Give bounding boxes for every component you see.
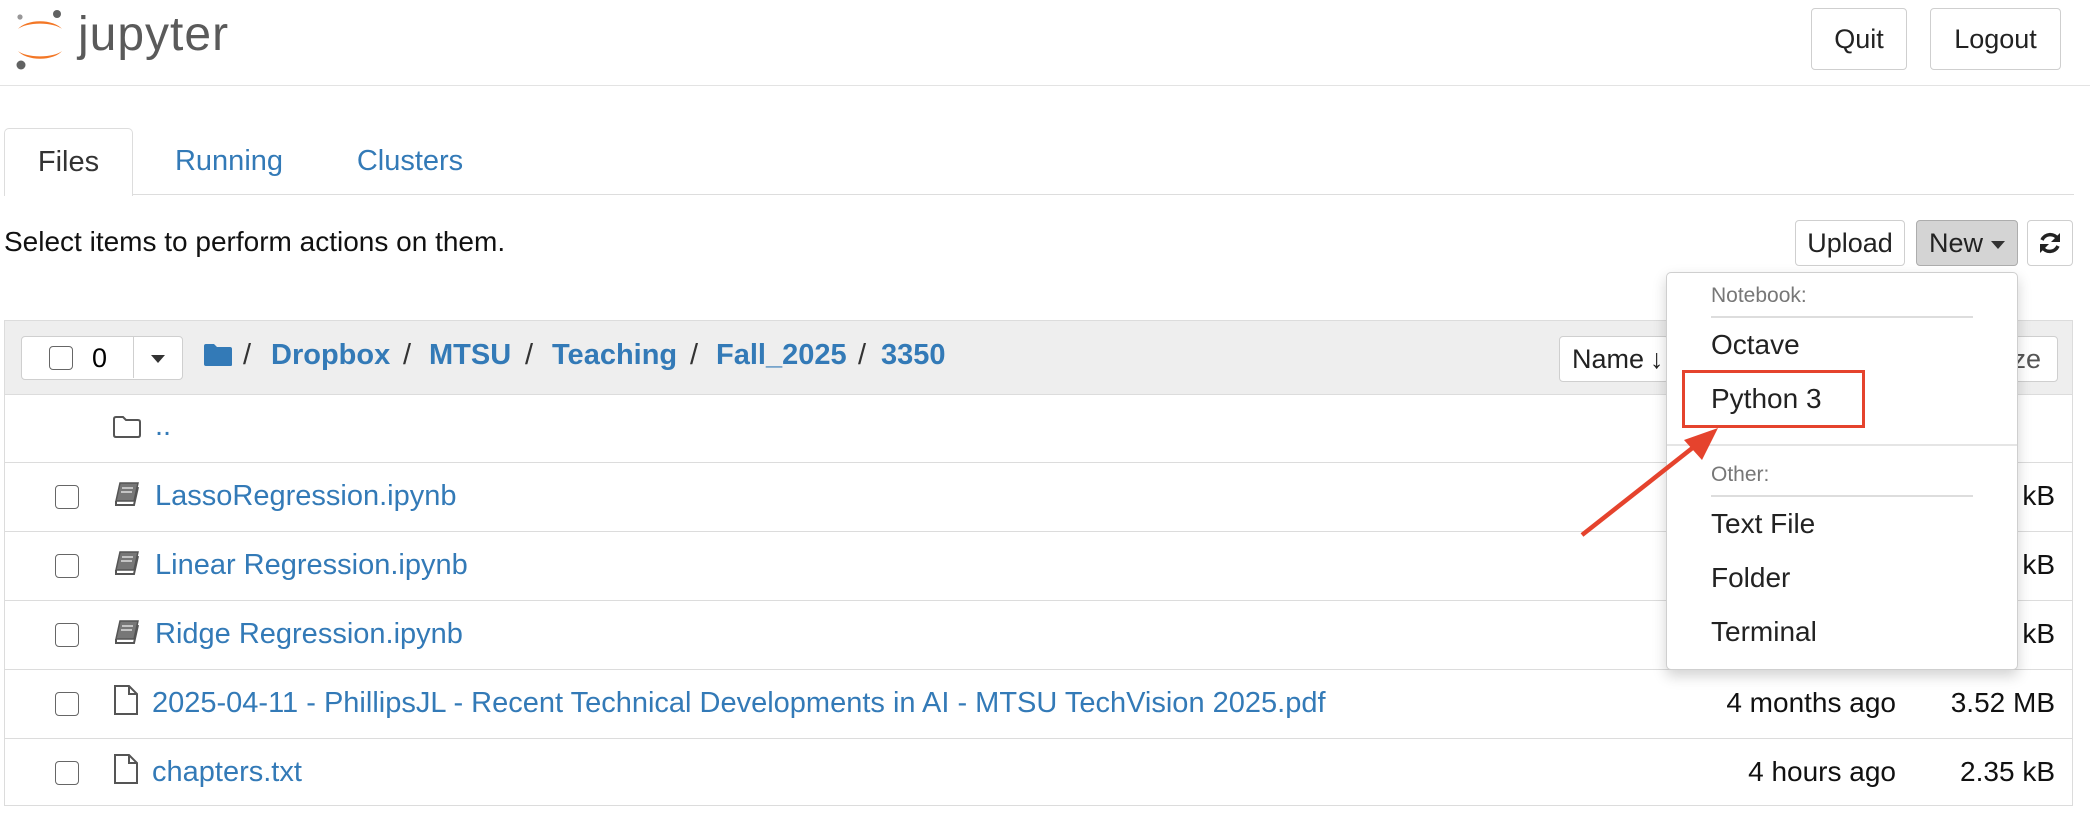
file-name-link[interactable]: Linear Regression.ipynb xyxy=(155,549,468,582)
select-all-group: 0 xyxy=(21,336,183,380)
jupyter-logo-icon xyxy=(16,10,62,70)
file-size: kB xyxy=(2022,618,2055,649)
row-checkbox[interactable] xyxy=(55,623,79,647)
file-name-link[interactable]: chapters.txt xyxy=(152,756,302,789)
file-name-link[interactable]: LassoRegression.ipynb xyxy=(155,480,456,513)
logout-button[interactable]: Logout xyxy=(1930,8,2061,70)
menu-item-folder[interactable]: Folder xyxy=(1711,562,1790,594)
breadcrumb-separator: / xyxy=(403,339,412,371)
caret-down-icon xyxy=(151,355,165,363)
tab-bar: Files Running Clusters xyxy=(4,128,2074,196)
file-size: 3.52 MB xyxy=(1950,687,2055,718)
breadcrumb-fall-2025[interactable]: Fall_2025 xyxy=(716,339,847,372)
file-modified: 4 months ago xyxy=(1726,687,1896,718)
select-all-checkbox[interactable] xyxy=(49,346,73,370)
menu-item-terminal[interactable]: Terminal xyxy=(1711,616,1817,648)
row-checkbox[interactable] xyxy=(55,485,79,509)
select-menu-toggle[interactable] xyxy=(133,337,183,378)
menu-divider xyxy=(1711,316,1973,318)
upload-button[interactable]: Upload xyxy=(1795,220,1905,266)
file-icon xyxy=(114,754,138,784)
breadcrumb-teaching[interactable]: Teaching xyxy=(552,339,677,372)
selected-count: 0 xyxy=(92,343,108,373)
breadcrumb-separator: / xyxy=(525,339,534,371)
sort-name-label: Name xyxy=(1572,343,1645,374)
breadcrumb-3350[interactable]: 3350 xyxy=(881,339,946,372)
row-checkbox[interactable] xyxy=(55,761,79,785)
refresh-button[interactable] xyxy=(2027,220,2073,266)
breadcrumb-separator: / xyxy=(858,339,867,371)
breadcrumb-separator: / xyxy=(243,339,252,371)
tab-clusters[interactable]: Clusters xyxy=(336,128,484,194)
folder-icon xyxy=(204,344,232,366)
selection-hint: Select items to perform actions on them. xyxy=(4,226,506,257)
caret-down-icon xyxy=(1991,241,2005,249)
quit-button[interactable]: Quit xyxy=(1811,8,1907,70)
notebook-icon xyxy=(115,620,139,644)
new-button-label: New xyxy=(1928,227,1983,258)
row-checkbox[interactable] xyxy=(55,692,79,716)
breadcrumb-mtsu[interactable]: MTSU xyxy=(429,339,511,372)
new-button[interactable]: New xyxy=(1916,220,2018,266)
file-name-link[interactable]: .. xyxy=(155,410,171,443)
file-name-link[interactable]: 2025-04-11 - PhillipsJL - Recent Technic… xyxy=(152,687,1326,720)
refresh-icon xyxy=(2040,232,2060,254)
logo-text: jupyter xyxy=(78,7,230,61)
file-size: kB xyxy=(2022,480,2055,511)
notebook-icon xyxy=(115,482,139,506)
menu-divider xyxy=(1711,495,1973,497)
sort-name-button[interactable]: Name ↓ xyxy=(1559,336,1669,382)
file-size: 2.35 kB xyxy=(1960,756,2055,787)
file-icon xyxy=(114,685,138,715)
file-size: kB xyxy=(2022,549,2055,580)
header: jupyter Quit Logout xyxy=(0,0,2090,86)
notebook-icon xyxy=(115,551,139,575)
folder-outline-icon xyxy=(113,416,141,438)
file-name-link[interactable]: Ridge Regression.ipynb xyxy=(155,618,463,651)
notebook-section-header: Notebook: xyxy=(1711,284,1807,307)
tab-files[interactable]: Files xyxy=(4,128,133,196)
menu-item-octave[interactable]: Octave xyxy=(1711,329,1800,361)
annotation-arrow xyxy=(1580,428,1718,537)
table-row[interactable]: chapters.txt 4 hours ago 2.35 kB xyxy=(5,739,2072,808)
row-checkbox[interactable] xyxy=(55,554,79,578)
breadcrumb-dropbox[interactable]: Dropbox xyxy=(271,339,390,372)
jupyter-logo[interactable]: jupyter xyxy=(12,4,229,76)
table-row[interactable]: 2025-04-11 - PhillipsJL - Recent Technic… xyxy=(5,670,2072,739)
breadcrumb-separator: / xyxy=(690,339,699,371)
file-modified: 4 hours ago xyxy=(1748,756,1896,787)
tab-running[interactable]: Running xyxy=(162,128,296,194)
arrow-down-icon: ↓ xyxy=(1650,343,1664,374)
